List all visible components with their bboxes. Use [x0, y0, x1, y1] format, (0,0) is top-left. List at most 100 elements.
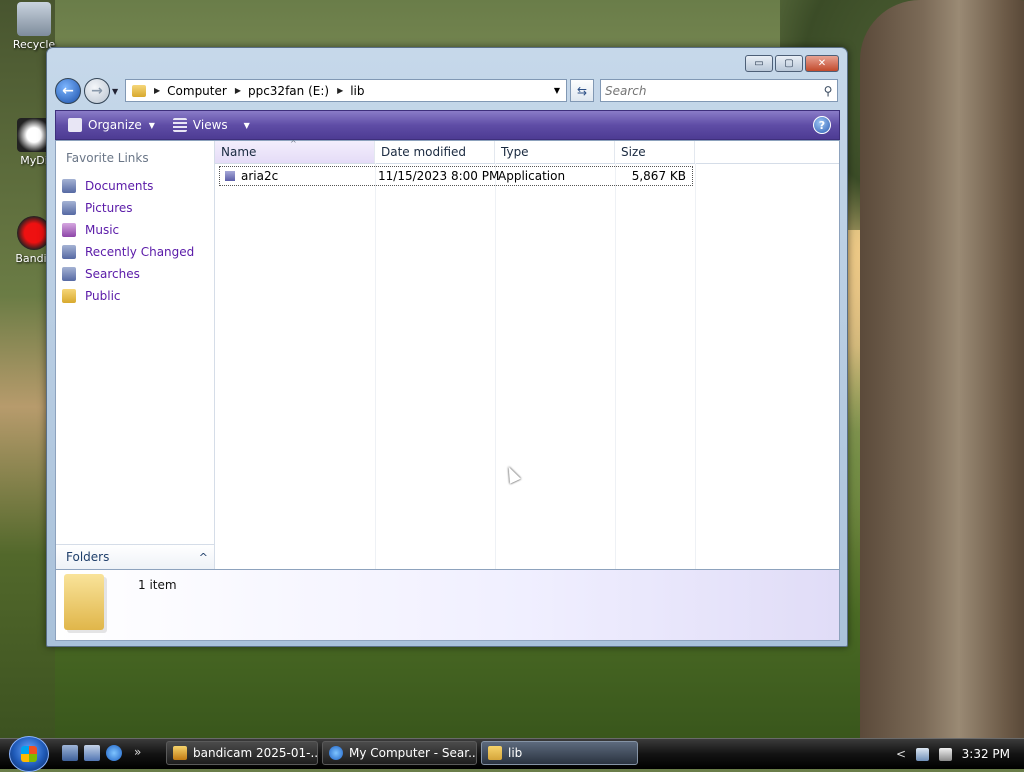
windows-logo-icon — [21, 746, 37, 762]
volume-muted-icon[interactable] — [939, 747, 953, 761]
navigation-pane: Favorite Links Documents Pictures Music … — [56, 141, 215, 569]
favorite-link-searches[interactable]: Searches — [62, 263, 194, 285]
column-header-label: Name — [221, 145, 257, 159]
file-size: 5,867 KB — [631, 169, 686, 183]
column-divider — [695, 163, 696, 569]
desktop-icon-label: MyDi — [20, 154, 48, 167]
favorite-links-list: Documents Pictures Music Recently Change… — [62, 175, 194, 307]
breadcrumb-lib[interactable]: lib — [350, 84, 364, 98]
favorite-link-label: Searches — [85, 267, 140, 281]
forward-button[interactable]: → — [84, 78, 110, 104]
folder-icon — [132, 84, 146, 97]
bandicam-folder-icon — [173, 746, 187, 760]
file-date-modified: 11/15/2023 8:00 PM — [378, 169, 500, 183]
column-header-type[interactable]: Type — [495, 141, 615, 163]
address-dropdown-icon[interactable]: ▼ — [554, 86, 560, 95]
network-icon[interactable] — [916, 747, 930, 761]
search-icon[interactable]: ⚲ — [819, 84, 837, 98]
column-header-name[interactable]: ^ Name — [215, 139, 375, 163]
help-button[interactable]: ? — [813, 116, 831, 134]
favorite-link-label: Documents — [85, 179, 154, 193]
desktop-icon-recycle-bin[interactable]: Recycle — [4, 2, 64, 51]
recently-changed-icon — [62, 245, 76, 259]
minimize-button[interactable]: ▭ — [745, 55, 773, 72]
favorite-link-documents[interactable]: Documents — [62, 175, 194, 197]
favorite-link-label: Recently Changed — [85, 245, 195, 259]
quick-launch-more-icon[interactable]: » — [134, 745, 141, 761]
file-row[interactable]: aria2c 11/15/2023 8:00 PM Application 5,… — [219, 166, 693, 186]
desktop-background-tree — [860, 0, 1024, 740]
item-count: 1 item — [138, 578, 177, 592]
content-area: Favorite Links Documents Pictures Music … — [55, 139, 840, 570]
system-tray: < 3:32 PM — [888, 739, 1024, 769]
recent-pages-dropdown-icon[interactable]: ▼ — [112, 87, 118, 96]
favorite-link-music[interactable]: Music — [62, 219, 194, 241]
taskbar-item-my-computer[interactable]: My Computer - Sear... — [322, 741, 477, 765]
show-desktop-icon[interactable] — [62, 745, 78, 761]
favorite-link-label: Music — [85, 223, 120, 237]
chevron-right-icon[interactable]: ▶ — [235, 86, 241, 95]
taskbar-item-bandicam[interactable]: bandicam 2025-01-... — [166, 741, 318, 765]
column-header-size[interactable]: Size — [615, 141, 695, 163]
taskbar-item-label: lib — [508, 746, 523, 760]
chevron-down-icon: ▼ — [148, 120, 155, 130]
search-input[interactable] — [601, 82, 819, 99]
chevron-down-icon: ▼ — [243, 120, 250, 130]
favorite-link-recently-changed[interactable]: Recently Changed — [62, 241, 194, 263]
chevron-up-icon: ^ — [198, 550, 208, 564]
taskbar: » bandicam 2025-01-... My Computer - Sea… — [0, 736, 1024, 772]
address-bar[interactable]: ▶ Computer ▶ ppc32fan (E:) ▶ lib ▼ — [125, 79, 567, 102]
searches-icon — [62, 267, 76, 281]
explorer-window: ▭ ▢ ✕ ← → ▼ ▶ Computer ▶ ppc32fan (E:) ▶… — [46, 47, 848, 647]
music-icon — [62, 223, 76, 237]
column-divider — [615, 163, 616, 569]
public-folder-icon — [62, 289, 76, 303]
favorite-link-public[interactable]: Public — [62, 285, 194, 307]
column-divider — [375, 163, 376, 569]
organize-label: Organize — [88, 118, 142, 132]
column-divider — [495, 163, 496, 569]
chevron-right-icon[interactable]: ▶ — [154, 86, 160, 95]
favorite-link-pictures[interactable]: Pictures — [62, 197, 194, 219]
taskbar-item-lib[interactable]: lib — [481, 741, 638, 765]
breadcrumb-computer[interactable]: Computer — [167, 84, 227, 98]
maximize-button[interactable]: ▢ — [775, 55, 803, 72]
chevron-right-icon[interactable]: ▶ — [337, 86, 343, 95]
clock[interactable]: 3:32 PM — [962, 747, 1010, 761]
file-name: aria2c — [241, 169, 279, 183]
file-type: Application — [498, 169, 566, 183]
search-box: ⚲ — [600, 79, 838, 102]
file-name-cell: aria2c — [220, 169, 376, 183]
favorite-link-label: Public — [85, 289, 121, 303]
column-header-date-modified[interactable]: Date modified — [375, 141, 495, 163]
start-button[interactable] — [9, 736, 49, 772]
taskbar-item-label: My Computer - Sear... — [349, 746, 477, 760]
navigation-bar: ← → ▼ ▶ Computer ▶ ppc32fan (E:) ▶ lib ▼… — [55, 78, 839, 104]
back-button[interactable]: ← — [55, 78, 81, 104]
column-header-label: Date modified — [381, 145, 467, 159]
show-hidden-icons-icon[interactable]: < — [896, 747, 906, 761]
breadcrumb-drive[interactable]: ppc32fan (E:) — [248, 84, 329, 98]
organize-button[interactable]: Organize ▼ — [64, 116, 159, 134]
organize-icon — [68, 118, 82, 132]
switch-windows-icon[interactable] — [84, 745, 100, 761]
documents-icon — [62, 179, 76, 193]
application-icon — [225, 171, 235, 181]
window-controls: ▭ ▢ ✕ — [745, 55, 839, 72]
refresh-button[interactable]: ⇆ — [570, 79, 594, 102]
column-header-label: Size — [621, 145, 646, 159]
favorite-link-label: Pictures — [85, 201, 133, 215]
column-header-label: Type — [501, 145, 529, 159]
pictures-icon — [62, 201, 76, 215]
close-button[interactable]: ✕ — [805, 55, 839, 72]
folder-icon — [488, 746, 502, 760]
folder-icon — [64, 574, 104, 630]
internet-explorer-icon[interactable] — [106, 745, 122, 761]
recycle-bin-icon — [17, 2, 51, 36]
favorite-links-title: Favorite Links — [66, 151, 149, 165]
internet-explorer-icon — [329, 746, 343, 760]
views-icon — [172, 118, 187, 132]
views-button[interactable]: Views ▼ — [169, 116, 254, 134]
column-headers: ^ Name Date modified Type Size — [215, 139, 839, 164]
folders-toggle[interactable]: Folders ^ — [56, 544, 214, 569]
